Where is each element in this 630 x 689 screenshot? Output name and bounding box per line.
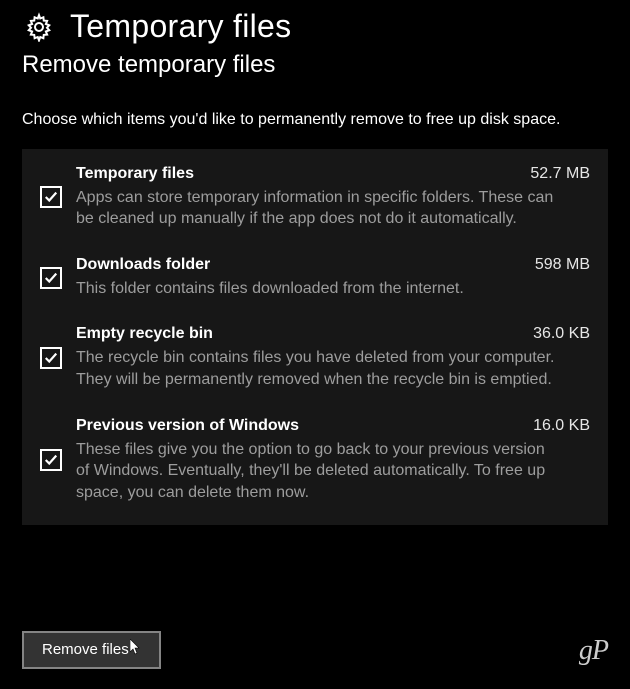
- item-title: Temporary files: [76, 165, 194, 183]
- checkbox-downloads-folder[interactable]: [40, 267, 62, 289]
- item-body: Empty recycle bin 36.0 KB The recycle bi…: [76, 325, 590, 390]
- item-size: 36.0 KB: [533, 325, 590, 343]
- item-size: 598 MB: [535, 256, 590, 274]
- page-subtitle: Remove temporary files: [22, 51, 608, 79]
- item-title: Downloads folder: [76, 256, 210, 274]
- item-body: Temporary files 52.7 MB Apps can store t…: [76, 165, 590, 230]
- checkbox-recycle-bin[interactable]: [40, 347, 62, 369]
- item-header: Temporary files 52.7 MB: [76, 165, 590, 183]
- page-header: Temporary files: [22, 8, 608, 45]
- checkbox-temporary-files[interactable]: [40, 186, 62, 208]
- cursor-icon: [130, 639, 141, 659]
- temporary-files-panel: Temporary files 52.7 MB Apps can store t…: [22, 149, 608, 526]
- item-description: The recycle bin contains files you have …: [76, 347, 556, 390]
- file-item-temporary-files: Temporary files 52.7 MB Apps can store t…: [40, 165, 590, 230]
- item-title: Empty recycle bin: [76, 325, 213, 343]
- file-item-downloads-folder: Downloads folder 598 MB This folder cont…: [40, 256, 590, 300]
- item-description: Apps can store temporary information in …: [76, 187, 556, 230]
- watermark: gP: [579, 635, 608, 667]
- item-header: Previous version of Windows 16.0 KB: [76, 417, 590, 435]
- item-body: Previous version of Windows 16.0 KB Thes…: [76, 417, 590, 504]
- gear-icon: [22, 10, 56, 44]
- checkbox-previous-windows[interactable]: [40, 449, 62, 471]
- file-item-recycle-bin: Empty recycle bin 36.0 KB The recycle bi…: [40, 325, 590, 390]
- item-description: This folder contains files downloaded fr…: [76, 278, 556, 300]
- instruction-text: Choose which items you'd like to permane…: [22, 109, 562, 131]
- page-title: Temporary files: [70, 8, 291, 45]
- item-size: 52.7 MB: [530, 165, 590, 183]
- item-header: Empty recycle bin 36.0 KB: [76, 325, 590, 343]
- item-size: 16.0 KB: [533, 417, 590, 435]
- remove-files-label: Remove files: [42, 641, 129, 658]
- item-body: Downloads folder 598 MB This folder cont…: [76, 256, 590, 300]
- item-title: Previous version of Windows: [76, 417, 299, 435]
- remove-files-button[interactable]: Remove files: [22, 631, 161, 669]
- item-header: Downloads folder 598 MB: [76, 256, 590, 274]
- file-item-previous-windows: Previous version of Windows 16.0 KB Thes…: [40, 417, 590, 504]
- item-description: These files give you the option to go ba…: [76, 439, 556, 504]
